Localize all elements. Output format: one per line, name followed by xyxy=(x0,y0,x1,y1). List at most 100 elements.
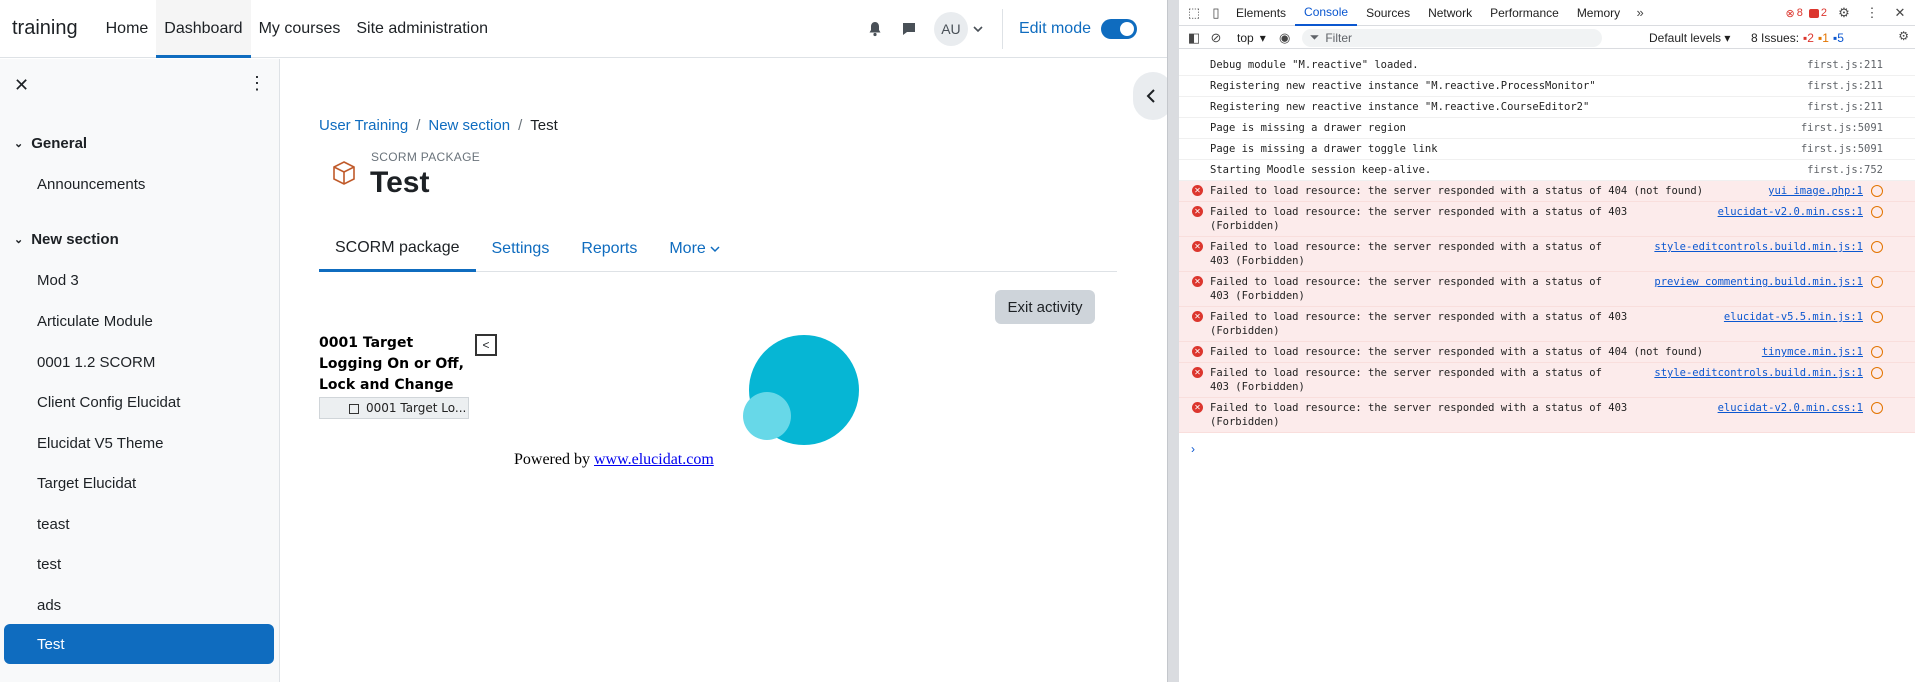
section-new-section[interactable]: ⌄ New section xyxy=(14,231,119,248)
message-text: Registering new reactive instance "M.rea… xyxy=(1210,80,1596,92)
edit-mode-label[interactable]: Edit mode xyxy=(1019,20,1091,38)
message-icon[interactable] xyxy=(892,12,926,46)
more-tabs-icon[interactable]: » xyxy=(1629,2,1651,24)
drawer-item-announcements[interactable]: Announcements xyxy=(37,176,145,193)
loading-spinner-dot xyxy=(743,392,791,440)
drawer-item-test-lower[interactable]: test xyxy=(37,556,61,573)
breadcrumb-section[interactable]: New section xyxy=(428,117,510,134)
close-icon[interactable]: ✕ xyxy=(14,75,29,96)
device-toolbar-icon[interactable]: ▯ xyxy=(1205,2,1227,24)
edit-mode-toggle[interactable] xyxy=(1101,19,1137,39)
clear-console-icon[interactable]: ⊘ xyxy=(1205,27,1227,49)
tab-memory[interactable]: Memory xyxy=(1568,0,1629,26)
network-request-icon[interactable] xyxy=(1871,367,1883,379)
console-prompt[interactable]: › xyxy=(1191,442,1195,456)
message-text: Failed to load resource: the server resp… xyxy=(1210,276,1602,288)
drawer-item-client-config[interactable]: Client Config Elucidat xyxy=(37,394,180,411)
message-text-cont: 403 (Forbidden) xyxy=(1210,255,1305,267)
elucidat-link[interactable]: www.elucidat.com xyxy=(594,451,714,468)
error-count[interactable]: ⊗ 8 xyxy=(1786,7,1803,20)
source-link[interactable]: first.js:211 xyxy=(1807,100,1883,114)
source-link[interactable]: style-editcontrols.build.min.js:1 xyxy=(1654,366,1863,380)
source-link[interactable]: elucidat-v5.5.min.js:1 xyxy=(1724,310,1863,324)
kebab-menu-icon[interactable]: ⋮ xyxy=(1861,2,1883,24)
bell-icon[interactable] xyxy=(858,12,892,46)
nav-my-courses[interactable]: My courses xyxy=(251,0,349,58)
close-icon[interactable]: ✕ xyxy=(1889,2,1911,24)
package-icon xyxy=(333,161,355,185)
message-text: Failed to load resource: the server resp… xyxy=(1210,311,1628,323)
tab-elements[interactable]: Elements xyxy=(1227,0,1295,26)
context-selector[interactable]: top ▾ xyxy=(1237,31,1266,45)
filter-input[interactable]: ⏷ Filter xyxy=(1301,28,1602,47)
levels-label: Default levels xyxy=(1649,31,1722,45)
source-link[interactable]: tinymce.min.js:1 xyxy=(1762,345,1863,359)
network-request-icon[interactable] xyxy=(1871,311,1883,323)
tab-reports[interactable]: Reports xyxy=(565,226,653,272)
drawer-item-mod-3[interactable]: Mod 3 xyxy=(37,272,79,289)
gear-icon[interactable]: ⚙ xyxy=(1833,2,1855,24)
tab-console[interactable]: Console xyxy=(1295,0,1358,26)
activity-type-label: SCORM PACKAGE xyxy=(371,150,481,164)
source-link[interactable]: first.js:5091 xyxy=(1801,121,1883,135)
source-link[interactable]: preview commenting.build.min.js:1 xyxy=(1654,275,1863,289)
source-link[interactable]: elucidat-v2.0.min.css:1 xyxy=(1718,205,1863,219)
tab-scorm-package[interactable]: SCORM package xyxy=(319,226,476,272)
section-general[interactable]: ⌄ General xyxy=(14,135,87,152)
drawer-item-articulate-module[interactable]: Articulate Module xyxy=(37,313,153,330)
scorm-toc-item[interactable]: 0001 Target Lo... xyxy=(319,397,469,419)
breadcrumb-course[interactable]: User Training xyxy=(319,117,408,134)
warning-count[interactable]: 2 xyxy=(1808,7,1827,19)
console-output: Debug module "M.reactive" loaded. first.j… xyxy=(1179,55,1915,433)
tab-performance[interactable]: Performance xyxy=(1481,0,1568,26)
network-request-icon[interactable] xyxy=(1871,276,1883,288)
issues-info-value: 5 xyxy=(1837,31,1844,45)
source-link[interactable]: style-editcontrols.build.min.js:1 xyxy=(1654,240,1863,254)
source-link[interactable]: elucidat-v2.0.min.css:1 xyxy=(1718,401,1863,415)
inspect-element-icon[interactable]: ⬚ xyxy=(1183,2,1205,24)
source-link[interactable]: first.js:5091 xyxy=(1801,142,1883,156)
drawer-item-0001-scorm[interactable]: 0001 1.2 SCORM xyxy=(37,354,155,371)
drawer-item-elucidat-v5[interactable]: Elucidat V5 Theme xyxy=(37,435,163,452)
tab-sources[interactable]: Sources xyxy=(1357,0,1419,26)
nav-home[interactable]: Home xyxy=(98,0,157,58)
source-link[interactable]: first.js:211 xyxy=(1807,79,1883,93)
course-index-drawer: ✕ ⋮ ⌄ General Announcements ⌄ New sectio… xyxy=(0,59,280,682)
nav-dashboard[interactable]: Dashboard xyxy=(156,0,251,58)
drawer-item-test-selected[interactable]: Test xyxy=(4,624,274,664)
tab-more[interactable]: More xyxy=(653,226,735,272)
console-error: ✕ Failed to load resource: the server res… xyxy=(1179,181,1915,202)
drawer-item-teast[interactable]: teast xyxy=(37,516,70,533)
devtools-splitter[interactable] xyxy=(1167,0,1179,682)
site-brand[interactable]: training xyxy=(12,17,78,40)
sidebar-toggle-icon[interactable]: ◧ xyxy=(1183,27,1205,49)
log-levels-dropdown[interactable]: Default levels ▾ xyxy=(1649,31,1730,45)
filter-icon: ⏷ xyxy=(1309,30,1320,44)
source-link[interactable]: first.js:211 xyxy=(1807,58,1883,72)
drawer-item-target-elucidat[interactable]: Target Elucidat xyxy=(37,475,136,492)
eye-icon[interactable]: ◉ xyxy=(1274,27,1296,49)
network-request-icon[interactable] xyxy=(1871,346,1883,358)
breadcrumb-separator: / xyxy=(416,117,421,134)
console-settings-icon[interactable]: ⚙ xyxy=(1898,29,1909,43)
source-link[interactable]: first.js:752 xyxy=(1807,163,1883,177)
network-request-icon[interactable] xyxy=(1871,402,1883,414)
toc-toggle-button[interactable]: < xyxy=(475,334,497,356)
user-avatar[interactable]: AU xyxy=(933,12,968,46)
issues-counter[interactable]: 8 Issues: ▪2 ▪1 ▪5 xyxy=(1751,31,1844,45)
nav-site-administration[interactable]: Site administration xyxy=(348,0,496,58)
tab-network[interactable]: Network xyxy=(1419,0,1481,26)
tab-settings[interactable]: Settings xyxy=(476,226,566,272)
console-error: ✕ Failed to load resource: the server res… xyxy=(1179,202,1915,237)
network-request-icon[interactable] xyxy=(1871,185,1883,197)
network-request-icon[interactable] xyxy=(1871,206,1883,218)
exit-activity-button[interactable]: Exit activity xyxy=(995,290,1095,324)
kebab-menu-icon[interactable]: ⋮ xyxy=(248,73,266,94)
message-text: Failed to load resource: the server resp… xyxy=(1210,185,1704,197)
chevron-down-icon[interactable] xyxy=(968,12,988,46)
error-icon: ✕ xyxy=(1192,311,1203,322)
source-link[interactable]: yui image.php:1 xyxy=(1768,184,1863,198)
devtools-status: ⊗ 8 2 ⚙ ⋮ ✕ xyxy=(1786,0,1911,26)
drawer-item-ads[interactable]: ads xyxy=(37,597,61,614)
network-request-icon[interactable] xyxy=(1871,241,1883,253)
